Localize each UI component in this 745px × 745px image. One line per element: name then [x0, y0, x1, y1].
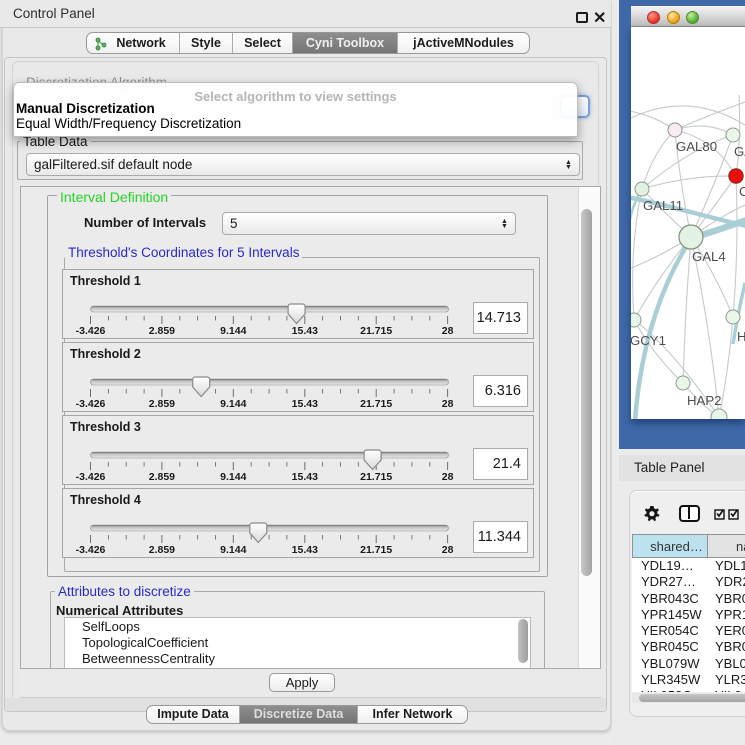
svg-text:GAL4: GAL4 [692, 249, 726, 264]
svg-text:H: H [737, 329, 745, 344]
svg-text:GAL80: GAL80 [676, 139, 717, 154]
svg-text:GCY1: GCY1 [631, 333, 666, 348]
svg-text:C: C [739, 184, 745, 199]
svg-text:HAP2: HAP2 [687, 393, 721, 408]
svg-text:GAL11: GAL11 [643, 198, 683, 213]
svg-text:GA: GA [734, 144, 745, 159]
